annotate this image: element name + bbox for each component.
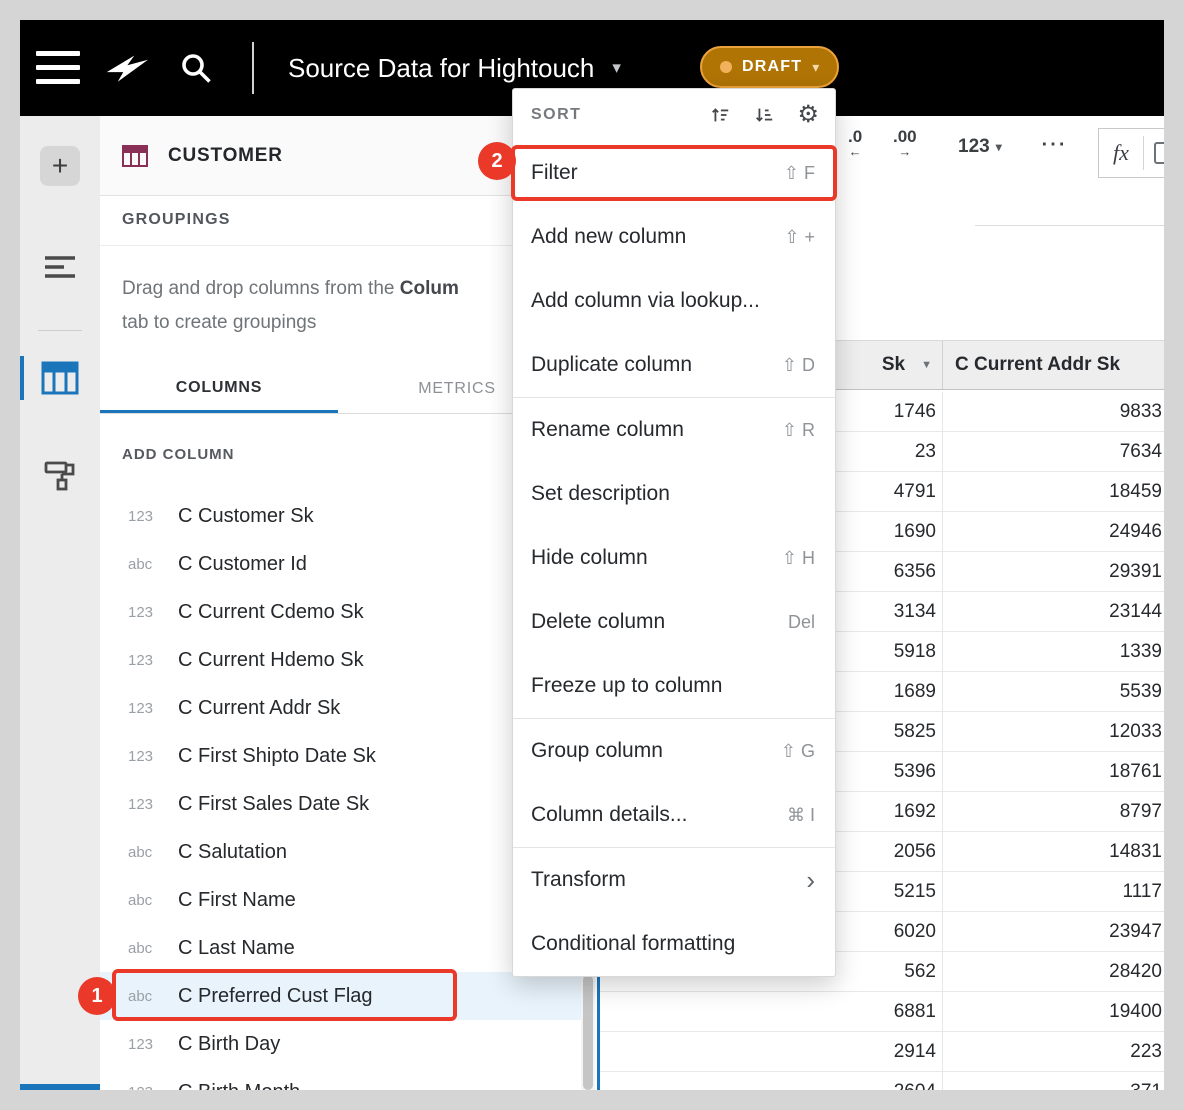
list-item-column[interactable]: abc C Salutation [100,828,581,876]
number-type-icon: 123 [128,796,164,813]
formula-bar-border [975,225,1164,226]
list-item-column[interactable]: 123 C First Sales Date Sk [100,780,581,828]
menu-item-set-description[interactable]: Set description [513,462,835,526]
sigma-logo-icon[interactable] [104,46,148,90]
list-item-column[interactable]: 123 C Current Hdemo Sk [100,636,581,684]
number-type-icon: 123 [128,1084,164,1091]
menu-item-conditional-formatting[interactable]: Conditional formatting [513,912,835,976]
list-item-column[interactable]: 123 C First Shipto Date Sk [100,732,581,780]
menu-item-add-new-column[interactable]: Add new column⇧ + [513,205,835,269]
menu-item-delete-column[interactable]: Delete columnDel [513,590,835,654]
text-type-icon: abc [128,940,164,957]
more-options-icon[interactable]: ⋯ [1040,128,1067,159]
formula-bar: fx [1098,128,1164,178]
annotation-step-1-badge: 1 [78,977,116,1015]
column-list: 123 C Customer Sk abc C Customer Id 123 … [100,492,581,1090]
table-element-icon [122,145,148,167]
table-row[interactable]: 688119400 [600,992,1164,1032]
menu-item-hide-column[interactable]: Hide column⇧ H [513,526,835,590]
sort-descending-icon[interactable] [753,104,775,126]
chevron-down-icon[interactable]: ▾ [612,58,621,78]
rail-bottom-accent [20,1084,100,1090]
number-type-icon: 123 [128,700,164,717]
draft-status-badge[interactable]: DRAFT ▾ [700,46,839,88]
menu-item-add-column-via-lookup[interactable]: Add column via lookup... [513,269,835,333]
formula-bar-divider [1143,136,1144,170]
number-type-icon: 123 [128,748,164,765]
panel-tabs: COLUMNS METRICS [100,365,576,414]
column-header-c-current-addr-sk[interactable]: C Current Addr Sk [943,341,1164,389]
tab-columns[interactable]: COLUMNS [100,365,338,413]
menu-item-filter[interactable]: Filter⇧ F [513,141,835,205]
annotation-step-2-badge: 2 [478,142,516,180]
draft-dot-icon [720,61,732,73]
column-context-menu: SORT ⚙ Filter⇧ F Add new column⇧ + Add c… [512,88,836,977]
list-item-column[interactable]: abc C Last Name [100,924,581,972]
number-type-icon: 123 [128,508,164,525]
formula-fx-icon[interactable]: fx [1113,140,1129,166]
list-item-column[interactable]: 123 C Birth Day [100,1020,581,1068]
number-type-icon: 123 [128,604,164,621]
table-row[interactable]: 2604371 [600,1072,1164,1090]
hamburger-menu-icon[interactable] [36,51,80,84]
list-item-column[interactable]: 123 C Customer Sk [100,492,581,540]
panel-scrollbar-thumb[interactable] [583,975,593,1090]
draft-label: DRAFT [742,58,802,76]
add-column-button[interactable]: ADD COLUMN [122,446,235,463]
decrease-decimal-icon[interactable]: .0 ← [848,128,862,158]
menu-item-group-column[interactable]: Group column⇧ G [513,719,835,783]
increase-decimal-icon[interactable]: .00 → [893,128,917,158]
number-type-icon: 123 [128,1036,164,1053]
list-item-column[interactable]: abc C Customer Id [100,540,581,588]
menu-sort-header: SORT ⚙ [513,89,835,141]
text-type-icon: abc [128,556,164,573]
submenu-chevron-icon: › [806,870,815,890]
text-type-icon: abc [128,988,164,1005]
columns-panel-icon[interactable] [40,360,80,396]
document-title-text: Source Data for Hightouch [288,53,594,84]
left-icon-rail: + [20,116,100,1090]
number-type-icon: 123 [128,652,164,669]
rail-divider [38,330,82,331]
sort-settings-gear-icon[interactable]: ⚙ [797,103,819,127]
menu-item-column-details[interactable]: Column details...⌘ I [513,783,835,847]
column-menu-caret-icon[interactable]: ▼ [921,359,932,371]
menu-item-freeze-up-to-column[interactable]: Freeze up to column [513,654,835,718]
selected-panel-indicator [20,356,24,400]
format-paint-icon[interactable] [40,457,80,493]
search-icon[interactable] [178,50,214,86]
list-item-column[interactable]: abc C First Name [100,876,581,924]
chevron-down-icon: ▾ [812,59,819,76]
menu-item-duplicate-column[interactable]: Duplicate column⇧ D [513,333,835,397]
outline-panel-icon[interactable] [40,247,80,283]
chevron-down-icon: ▾ [996,140,1002,154]
list-item-column[interactable]: 123 C Current Cdemo Sk [100,588,581,636]
list-item-column[interactable]: 123 C Birth Month [100,1068,581,1090]
menu-item-transform[interactable]: Transform › [513,848,835,912]
table-row[interactable]: 2914223 [600,1032,1164,1072]
topbar-divider [252,42,254,94]
text-type-icon: abc [128,844,164,861]
sort-ascending-icon[interactable] [709,104,731,126]
menu-item-rename-column[interactable]: Rename column⇧ R [513,398,835,462]
groupings-hint: Drag and drop columns from the Colum tab… [122,272,459,340]
element-title: CUSTOMER [168,145,283,167]
screenshot-frame: Source Data for Hightouch ▾ DRAFT ▾ + [0,0,1184,1110]
list-item-column-selected[interactable]: abc C Preferred Cust Flag [100,972,581,1020]
list-item-column[interactable]: 123 C Current Addr Sk [100,684,581,732]
column-settings-icon[interactable] [1154,142,1164,164]
groupings-heading: GROUPINGS [122,211,231,229]
number-format-dropdown[interactable]: 123 ▾ [958,136,1002,158]
add-element-button[interactable]: + [40,146,80,186]
text-type-icon: abc [128,892,164,909]
